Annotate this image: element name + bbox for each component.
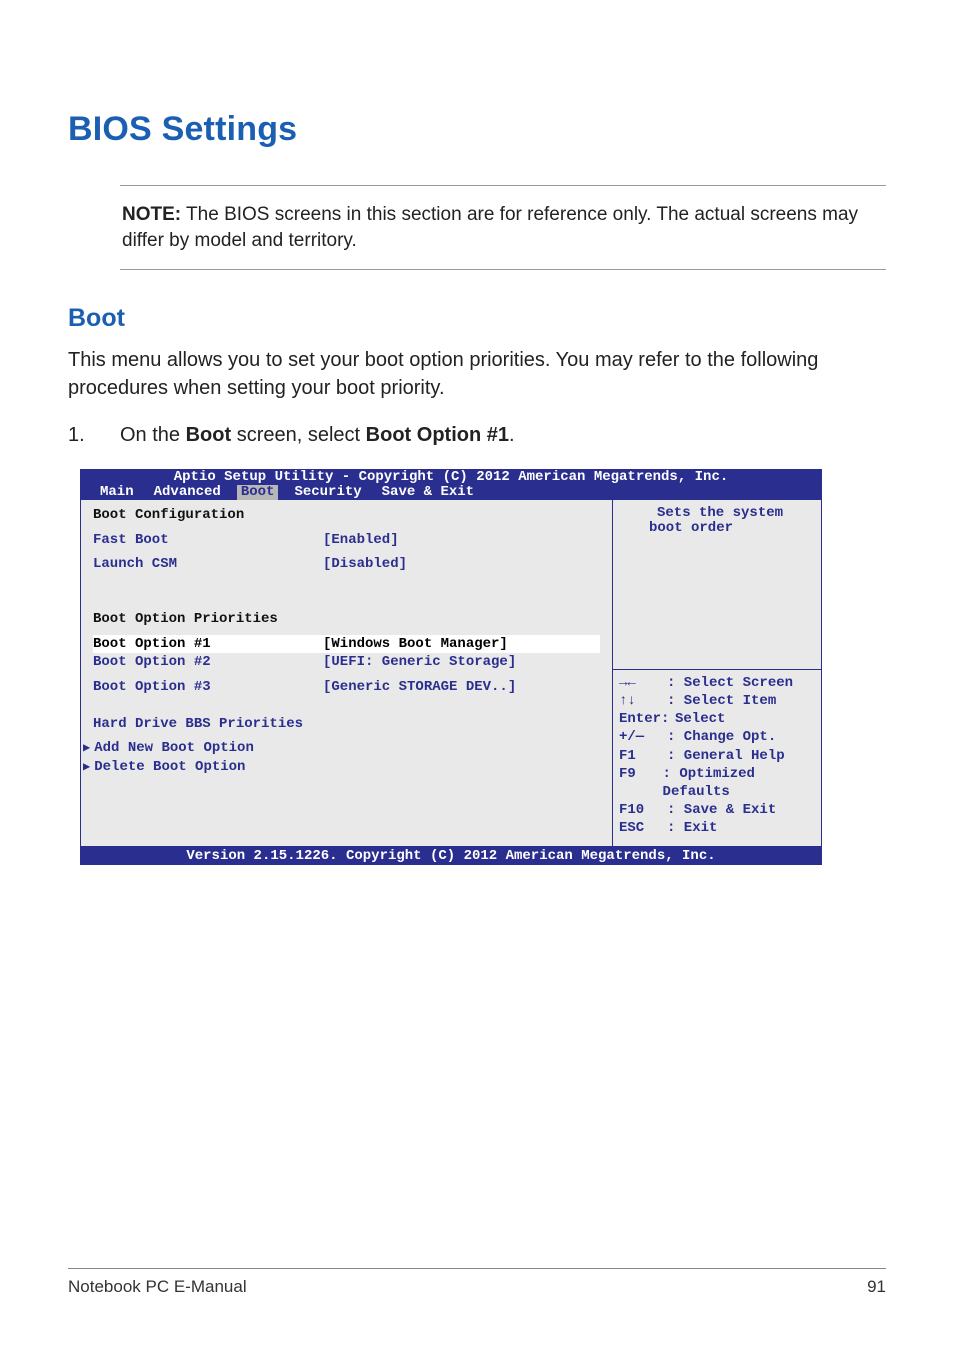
value-boot-opt-3: [Generic STORAGE DEV..] bbox=[323, 680, 516, 695]
bios-footer: Version 2.15.1226. Copyright (C) 2012 Am… bbox=[80, 847, 822, 866]
tab-security[interactable]: Security bbox=[290, 485, 365, 500]
hotkey-key: F9 bbox=[619, 765, 663, 801]
hotkey-desc: : Change Opt. bbox=[667, 728, 776, 746]
bios-hotkeys: →←: Select Screen ↑↓: Select Item Enter:… bbox=[613, 670, 821, 846]
hotkey-key: F10 bbox=[619, 801, 667, 819]
hotkey-row: F1: General Help bbox=[619, 747, 815, 765]
page-footer: Notebook PC E-Manual 91 bbox=[68, 1268, 886, 1297]
hotkey-key: F1 bbox=[619, 747, 667, 765]
section-boot-priorities: Boot Option Priorities bbox=[93, 610, 600, 629]
tab-boot[interactable]: Boot bbox=[237, 485, 279, 500]
note-block: NOTE: The BIOS screens in this section a… bbox=[120, 185, 886, 270]
tab-advanced[interactable]: Advanced bbox=[150, 485, 225, 500]
label-fast-boot: Fast Boot bbox=[93, 533, 323, 548]
page: BIOS Settings NOTE: The BIOS screens in … bbox=[0, 0, 954, 1345]
help-line-2: boot order bbox=[627, 521, 811, 536]
footer-page-number: 91 bbox=[867, 1277, 886, 1297]
hotkey-row: +/—: Change Opt. bbox=[619, 728, 815, 746]
bios-tabs: Main Advanced Boot Security Save & Exit bbox=[80, 485, 822, 500]
tab-save-exit[interactable]: Save & Exit bbox=[378, 485, 478, 500]
note-label: NOTE: bbox=[122, 204, 181, 225]
step-bold-2: Boot Option #1 bbox=[366, 424, 509, 446]
section-heading-boot: Boot bbox=[68, 304, 886, 333]
bios-body: Boot Configuration Fast Boot [Enabled] L… bbox=[80, 500, 822, 847]
step-1: 1. On the Boot screen, select Boot Optio… bbox=[68, 424, 886, 447]
hotkey-row: ESC: Exit bbox=[619, 819, 815, 837]
hotkey-desc: : Save & Exit bbox=[667, 801, 776, 819]
hotkey-key: +/— bbox=[619, 728, 667, 746]
hotkey-key: ↑↓ bbox=[619, 692, 667, 710]
footer-left: Notebook PC E-Manual bbox=[68, 1277, 247, 1297]
label-launch-csm: Launch CSM bbox=[93, 557, 323, 572]
hotkey-row: →←: Select Screen bbox=[619, 674, 815, 692]
triangle-icon: ▶ bbox=[83, 742, 90, 755]
hotkey-desc: Select bbox=[675, 710, 725, 728]
hotkey-row: Enter:Select bbox=[619, 710, 815, 728]
row-boot-option-2[interactable]: Boot Option #2 [UEFI: Generic Storage] bbox=[93, 653, 600, 672]
section-label: Boot Option Priorities bbox=[93, 612, 278, 627]
step-post: . bbox=[509, 424, 515, 446]
label-add-boot-option: Add New Boot Option bbox=[94, 741, 254, 756]
help-line-1: Sets the system bbox=[627, 506, 811, 521]
link-delete-boot-option[interactable]: ▶ Delete Boot Option bbox=[83, 758, 600, 777]
bios-left-pane: Boot Configuration Fast Boot [Enabled] L… bbox=[81, 500, 613, 846]
note-text: The BIOS screens in this section are for… bbox=[122, 204, 858, 251]
link-add-boot-option[interactable]: ▶ Add New Boot Option bbox=[83, 739, 600, 758]
hotkey-key: ESC bbox=[619, 819, 667, 837]
value-boot-opt-1: [Windows Boot Manager] bbox=[323, 637, 508, 652]
page-title: BIOS Settings bbox=[68, 110, 886, 149]
label-delete-boot-option: Delete Boot Option bbox=[94, 760, 245, 775]
step-pre: On the bbox=[120, 424, 186, 446]
intro-text: This menu allows you to set your boot op… bbox=[68, 347, 886, 402]
label-boot-opt-3: Boot Option #3 bbox=[93, 680, 323, 695]
hotkey-row: F9: Optimized Defaults bbox=[619, 765, 815, 801]
step-text: On the Boot screen, select Boot Option #… bbox=[120, 424, 515, 447]
hotkey-desc: : Select Screen bbox=[667, 674, 793, 692]
label-hdd-bbs: Hard Drive BBS Priorities bbox=[93, 717, 303, 732]
step-mid: screen, select bbox=[231, 424, 366, 446]
tab-main[interactable]: Main bbox=[96, 485, 138, 500]
hotkey-desc: : General Help bbox=[667, 747, 785, 765]
row-fast-boot[interactable]: Fast Boot [Enabled] bbox=[93, 531, 600, 550]
row-boot-option-1[interactable]: Boot Option #1 [Windows Boot Manager] bbox=[93, 635, 600, 654]
hotkey-key: →← bbox=[619, 674, 667, 692]
bios-right-pane: Sets the system boot order →←: Select Sc… bbox=[613, 500, 821, 846]
label-boot-opt-2: Boot Option #2 bbox=[93, 655, 323, 670]
section-label: Boot Configuration bbox=[93, 508, 323, 523]
hotkey-row: ↑↓: Select Item bbox=[619, 692, 815, 710]
value-boot-opt-2: [UEFI: Generic Storage] bbox=[323, 655, 516, 670]
hotkey-key: Enter: bbox=[619, 710, 675, 728]
hotkey-desc: : Exit bbox=[667, 819, 717, 837]
hotkey-desc: : Optimized Defaults bbox=[663, 765, 815, 801]
triangle-icon: ▶ bbox=[83, 761, 90, 774]
bios-help-text: Sets the system boot order bbox=[613, 500, 821, 670]
bios-panel: Aptio Setup Utility - Copyright (C) 2012… bbox=[80, 469, 822, 865]
row-boot-option-3[interactable]: Boot Option #3 [Generic STORAGE DEV..] bbox=[93, 678, 600, 697]
value-fast-boot: [Enabled] bbox=[323, 533, 399, 548]
step-number: 1. bbox=[68, 424, 120, 447]
value-launch-csm: [Disabled] bbox=[323, 557, 407, 572]
hotkey-desc: : Select Item bbox=[667, 692, 776, 710]
label-boot-opt-1: Boot Option #1 bbox=[93, 637, 323, 652]
row-launch-csm[interactable]: Launch CSM [Disabled] bbox=[93, 555, 600, 574]
step-bold-1: Boot bbox=[186, 424, 232, 446]
bios-titlebar: Aptio Setup Utility - Copyright (C) 2012… bbox=[80, 469, 822, 485]
hotkey-row: F10: Save & Exit bbox=[619, 801, 815, 819]
row-hdd-bbs[interactable]: Hard Drive BBS Priorities bbox=[93, 715, 600, 734]
section-boot-config: Boot Configuration bbox=[93, 506, 600, 525]
